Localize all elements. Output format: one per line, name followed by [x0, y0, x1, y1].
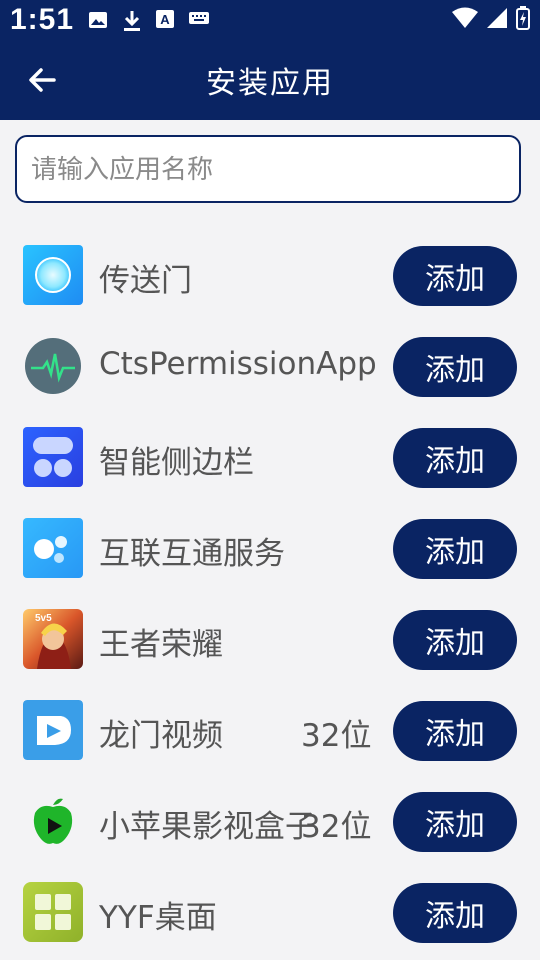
add-button[interactable]: 添加 [393, 337, 517, 397]
sidebar-icon [23, 427, 83, 487]
status-time: 1:51 [10, 3, 75, 36]
app-bits: 32位 [301, 809, 372, 845]
list-item: 互联互通服务 添加 [0, 504, 540, 595]
status-icons-left: A [88, 10, 210, 32]
search-input[interactable] [29, 137, 513, 203]
svg-text:5v5: 5v5 [35, 613, 52, 624]
add-button[interactable]: 添加 [393, 610, 517, 670]
list-item: 5v5 王者荣耀 添加 [0, 595, 540, 686]
download-icon [124, 11, 140, 31]
app-list: 传送门 添加 CtsPermissionApp 添加 智能侧边栏 添加 互联互通… [0, 231, 540, 959]
page-title: 安装应用 [206, 66, 334, 101]
app-name: 小苹果影视盒子 [99, 809, 316, 845]
video-icon [23, 700, 83, 760]
battery-icon [516, 6, 530, 30]
list-item: 智能侧边栏 添加 [0, 413, 540, 504]
add-button[interactable]: 添加 [393, 428, 517, 488]
status-bar: 1:51 A [0, 0, 540, 40]
add-button[interactable]: 添加 [393, 246, 517, 306]
apple-icon [23, 791, 83, 851]
portal-icon [23, 245, 83, 305]
wifi-icon [452, 7, 478, 28]
launcher-icon [23, 882, 83, 942]
keyboard-icon [189, 12, 209, 24]
image-icon [89, 12, 107, 28]
app-name: 传送门 [99, 263, 192, 299]
dots-icon [23, 518, 83, 578]
add-button[interactable]: 添加 [393, 883, 517, 943]
list-item: 传送门 添加 [0, 231, 540, 322]
signal-icon [487, 8, 507, 28]
add-button[interactable]: 添加 [393, 701, 517, 761]
app-name: 互联互通服务 [99, 536, 285, 572]
svg-text:A: A [160, 12, 170, 27]
list-item: YYF桌面 添加 [0, 868, 540, 959]
search-box [15, 135, 521, 203]
status-icons-right [452, 6, 530, 30]
game-icon: 5v5 [23, 609, 83, 669]
list-item: 龙门视频 32位 添加 [0, 686, 540, 777]
app-name: 智能侧边栏 [99, 445, 254, 481]
app-bar: 安装应用 [0, 40, 540, 120]
app-bits: 32位 [301, 718, 372, 754]
heartbeat-icon [23, 336, 83, 396]
add-button[interactable]: 添加 [393, 792, 517, 852]
app-name: 王者荣耀 [99, 627, 223, 663]
app-name: CtsPermissionApp [99, 346, 377, 382]
font-icon: A [156, 10, 174, 28]
list-item: CtsPermissionApp 添加 [0, 322, 540, 413]
add-button[interactable]: 添加 [393, 519, 517, 579]
list-item: 小苹果影视盒子 32位 添加 [0, 777, 540, 868]
app-name: 龙门视频 [99, 718, 223, 754]
app-name: YYF桌面 [99, 900, 217, 936]
